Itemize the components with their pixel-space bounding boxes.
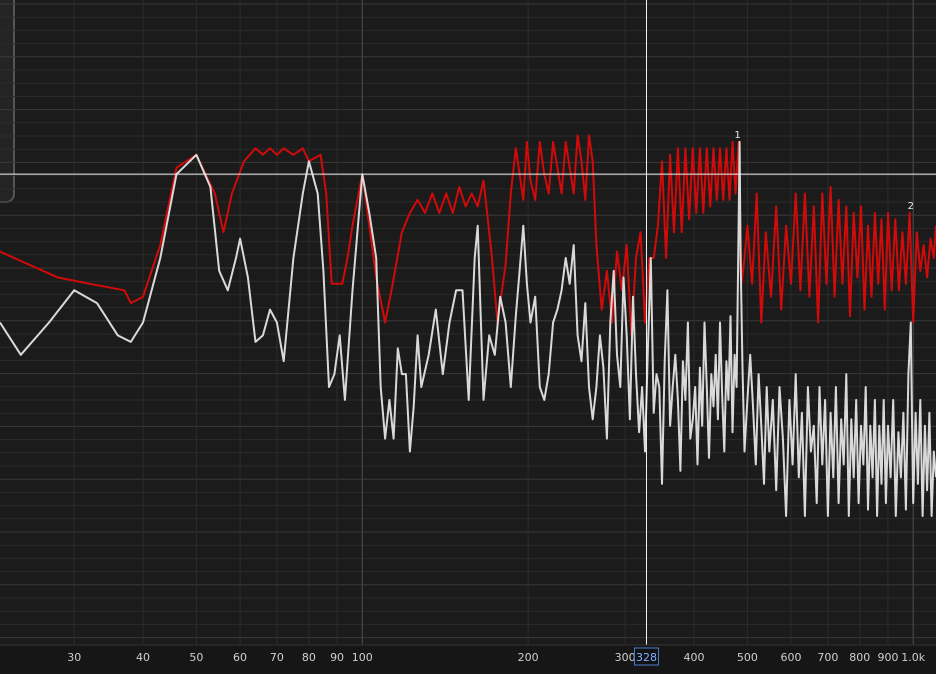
x-tick-label: 800	[849, 651, 870, 664]
peak-marker-label: 2	[908, 201, 914, 212]
cursor-frequency-readout: 328	[633, 647, 659, 666]
x-tick-label: 40	[136, 651, 150, 664]
cursor-readout-text: 328	[636, 651, 657, 664]
x-tick-label: 50	[189, 651, 203, 664]
x-tick-label: 200	[518, 651, 539, 664]
x-tick-label: 600	[780, 651, 801, 664]
x-tick-label: 700	[817, 651, 838, 664]
x-tick-label: 100	[352, 651, 373, 664]
x-tick-label: 90	[330, 651, 344, 664]
x-tick-label: 1.0k	[901, 651, 925, 664]
x-tick-label: 70	[270, 651, 284, 664]
x-tick-label: 80	[302, 651, 316, 664]
peak-marker-label: 1	[734, 130, 740, 141]
x-tick-label: 500	[737, 651, 758, 664]
x-tick-label: 900	[877, 651, 898, 664]
x-tick-label: 300	[615, 651, 636, 664]
x-tick-label: 400	[683, 651, 704, 664]
x-tick-label: 30	[67, 651, 81, 664]
spectrum-analyzer[interactable]: 1 2 30 40 50 60 70 80 90 100 200 300 400 500 600 700 80…	[0, 0, 936, 674]
x-tick-label: 60	[233, 651, 247, 664]
